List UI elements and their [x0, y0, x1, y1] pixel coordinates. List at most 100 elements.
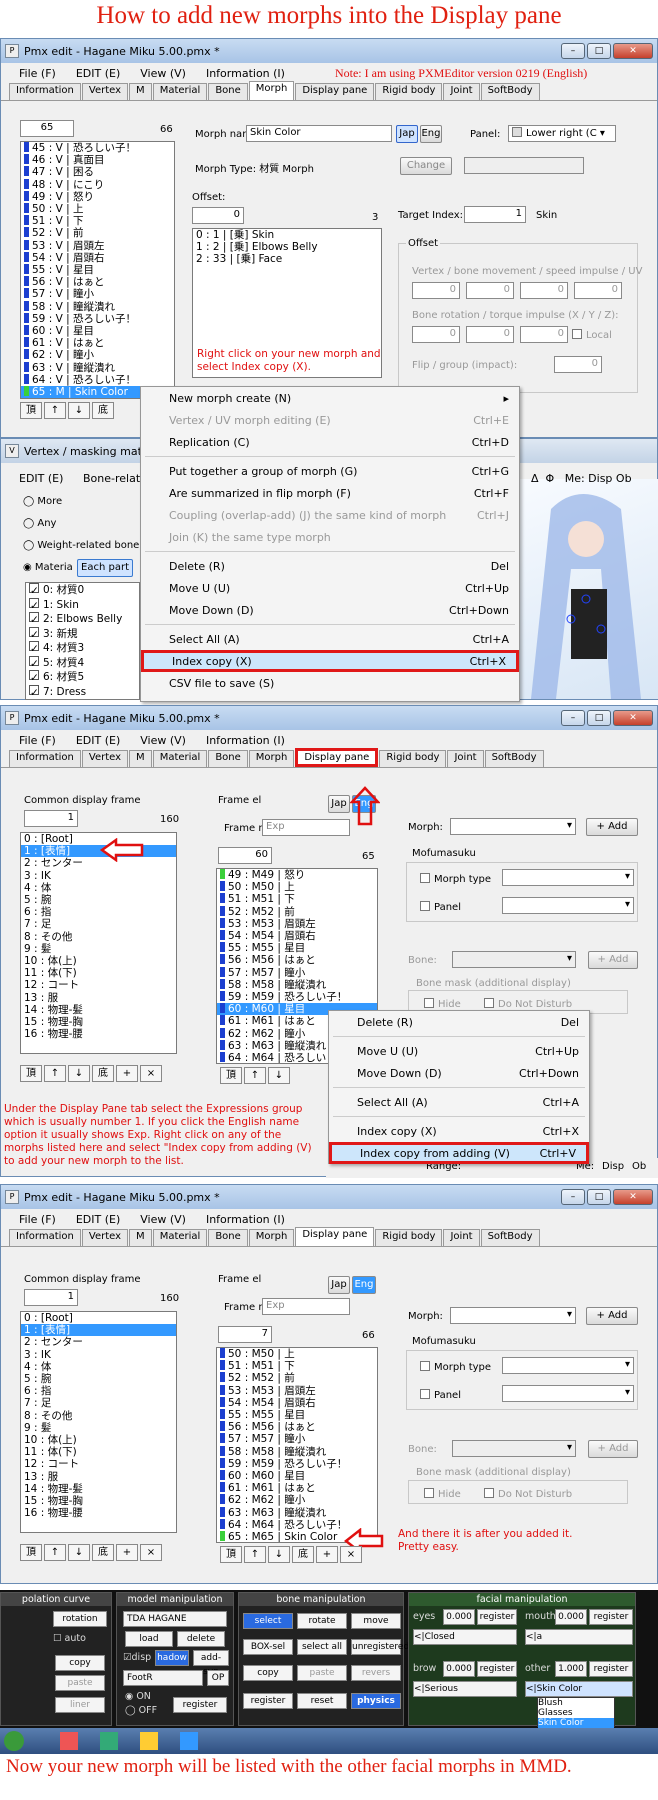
list-item[interactable]: 1 : [表情]	[21, 845, 176, 858]
tab-bone-3[interactable]: Bone	[208, 1229, 248, 1246]
eyes-register-button[interactable]: register	[477, 1609, 517, 1625]
auto-checkbox[interactable]: ☐ auto	[53, 1633, 86, 1644]
bone-register-button[interactable]: register	[243, 1693, 293, 1709]
list-item[interactable]: ✓ 7: Dress	[26, 684, 139, 700]
eng-toggle[interactable]: Eng	[420, 125, 442, 143]
list-item[interactable]: 49 : M49 | 怒り	[217, 869, 377, 881]
menu-edit[interactable]: EDIT (E)	[76, 67, 120, 80]
tab-m-2[interactable]: M	[129, 750, 152, 767]
list-item[interactable]: 62 : M62 | 瞳小	[217, 1494, 377, 1506]
rot-y-field[interactable]: 0	[466, 326, 514, 343]
list-item[interactable]: 49 : V | 怒り	[21, 190, 174, 203]
list-item[interactable]: 64 : V | 恐ろしい子！	[21, 373, 174, 386]
material-list[interactable]: ✓ 0: 材質0 ✓ 1: Skin ✓ 2: Elbows Belly ✓ 3: 新規 ✓ 4:…	[25, 582, 140, 700]
list-item[interactable]: 47 : V | 困る	[21, 166, 174, 178]
on-radio[interactable]: ◉ ON	[125, 1691, 151, 1702]
tab-morph-2[interactable]: Morph	[248, 750, 295, 767]
vertex-w-field[interactable]: 0	[574, 282, 622, 299]
radio-any[interactable]: ◯ Any	[23, 518, 56, 529]
menu-information-3[interactable]: Information (I)	[206, 1213, 285, 1226]
checkbox-icon[interactable]: ✓	[29, 583, 39, 597]
menu-item[interactable]: Select All (A) Ctrl+A	[141, 628, 519, 650]
menu-item[interactable]: Move Down (D) Ctrl+Down	[141, 599, 519, 621]
masking-menu-edit[interactable]: EDIT (E)	[19, 472, 63, 485]
frame-name-field-3[interactable]: Exp	[262, 1298, 350, 1315]
menu-item[interactable]: Put together a group of morph (G) Ctrl+G	[141, 460, 519, 482]
tab-material-3[interactable]: Material	[152, 1229, 208, 1246]
tab-rigid-body-2[interactable]: Rigid body	[379, 750, 447, 767]
add-syn-button[interactable]: add-syn	[193, 1650, 229, 1677]
list-item[interactable]: 6 : 指	[21, 906, 176, 918]
list-item[interactable]: 4 : 体	[21, 1361, 176, 1373]
list-item[interactable]: 61 : M61 | はぁと	[217, 1482, 377, 1494]
tab-vertex-3[interactable]: Vertex	[81, 1229, 129, 1246]
list-item[interactable]: 4 : 体	[21, 882, 176, 894]
list-item[interactable]: 53 : V | 眉頭左	[21, 239, 174, 252]
other-value[interactable]: 1.000	[555, 1661, 587, 1677]
tab-joint[interactable]: Joint	[443, 83, 480, 100]
physics-button[interactable]: physics	[351, 1693, 401, 1709]
list-item[interactable]: 45 : V | 恐ろしい子！	[21, 142, 174, 154]
list-item[interactable]: 50 : M50 | 上	[217, 1348, 377, 1360]
frame-name-field[interactable]: Exp	[262, 819, 350, 836]
brow-register-button[interactable]: register	[477, 1661, 517, 1677]
list-item[interactable]: 46 : V | 真面目	[21, 154, 174, 166]
taskbar-app-icon[interactable]	[60, 1732, 78, 1750]
element-index-box[interactable]: 60	[218, 847, 272, 864]
tab-morph-3[interactable]: Morph	[248, 1229, 295, 1246]
list-item[interactable]: 50 : V | 上	[21, 203, 174, 215]
list-item[interactable]: 59 : V | 恐ろしい子！	[21, 312, 174, 325]
maximize-button[interactable]: □	[587, 43, 611, 59]
close-button-3[interactable]: ✕	[613, 1189, 653, 1205]
list-item[interactable]: 58 : M58 | 瞳縦潰れ	[217, 978, 377, 991]
panel-checkbox[interactable]: Panel	[420, 901, 461, 913]
frame-element-list-3[interactable]: 50 : M50 | 上 51 : M51 | 下 52 : M52 | 前 53 :…	[216, 1347, 378, 1543]
morph-type-select[interactable]: ▾	[502, 869, 634, 886]
menu-item[interactable]: Vertex / UV morph editing (E) Ctrl+E	[141, 409, 519, 431]
checkbox-icon[interactable]: ✓	[29, 684, 39, 699]
menu-item[interactable]: Move U (U) Ctrl+Up	[141, 577, 519, 599]
list-item[interactable]: 12 : コート	[21, 979, 176, 991]
list-item[interactable]: 58 : V | 瞳縦潰れ	[21, 300, 174, 313]
list-item[interactable]: 7 : 足	[21, 1397, 176, 1409]
menu-view[interactable]: View (V)	[140, 67, 186, 80]
list-item[interactable]: 55 : M55 | 星目	[217, 1409, 377, 1421]
list-item[interactable]: 8 : その他	[21, 931, 176, 943]
tab-bone-2[interactable]: Bone	[208, 750, 248, 767]
list-item[interactable]: 57 : M57 | 瞳小	[217, 966, 377, 979]
morph-index-box[interactable]: 65	[20, 120, 74, 137]
list-item[interactable]: 1 : [表情]	[21, 1324, 176, 1337]
list-item[interactable]: 14 : 物理-髪	[21, 1483, 176, 1495]
frame-list-3[interactable]: 0 : [Root] 1 : [表情] 2 : センター 3 : IK 4 : 体5 :…	[20, 1311, 177, 1533]
menu-view-3[interactable]: View (V)	[140, 1213, 186, 1226]
nav-top-button[interactable]: 頂	[20, 402, 42, 419]
list-item[interactable]: 54 : V | 眉頭右	[21, 251, 174, 264]
taskbar-app-icon[interactable]	[180, 1732, 198, 1750]
jap-toggle-2[interactable]: Jap	[328, 795, 350, 813]
bone-rotate-button[interactable]: rotate	[297, 1613, 347, 1629]
bone-select-mmd[interactable]: FootR	[123, 1670, 203, 1686]
radio-material[interactable]: ◉ Materia	[23, 562, 73, 573]
list-item[interactable]: ✓ 5: 材質4	[26, 655, 139, 671]
radio-weight-related-bone[interactable]: ◯ Weight-related bone	[23, 540, 139, 551]
checkbox-icon[interactable]: ✓	[29, 655, 39, 670]
frame-index-box-3[interactable]: 1	[24, 1289, 78, 1306]
menu-item[interactable]: CSV file to save (S)	[141, 672, 519, 694]
tab-joint-3[interactable]: Joint	[443, 1229, 480, 1246]
taskbar-app-icon[interactable]	[100, 1732, 118, 1750]
list-item[interactable]: 16 : 物理-腰	[21, 1028, 176, 1040]
list-item[interactable]: 62 : V | 瞳小	[21, 349, 174, 361]
list-item[interactable]: 59 : M59 | 恐ろしい子！	[217, 1457, 377, 1470]
menu-item[interactable]: Replication (C) Ctrl+D	[141, 431, 519, 453]
list-item[interactable]: 12 : コート	[21, 1458, 176, 1470]
menu-file[interactable]: File (F)	[19, 67, 56, 80]
menu-view-2[interactable]: View (V)	[140, 734, 186, 747]
bone-paste-button[interactable]: paste	[297, 1665, 347, 1681]
list-item[interactable]: 16 : 物理-腰	[21, 1507, 176, 1519]
checkbox-icon[interactable]: ✓	[29, 612, 39, 626]
mouth-register-button[interactable]: register	[589, 1609, 633, 1625]
load-button[interactable]: load	[125, 1631, 173, 1647]
flip-group-field[interactable]: 0	[554, 356, 602, 373]
tab-m-3[interactable]: M	[129, 1229, 152, 1246]
menu-item[interactable]: Are summarized in flip morph (F) Ctrl+F	[141, 482, 519, 504]
